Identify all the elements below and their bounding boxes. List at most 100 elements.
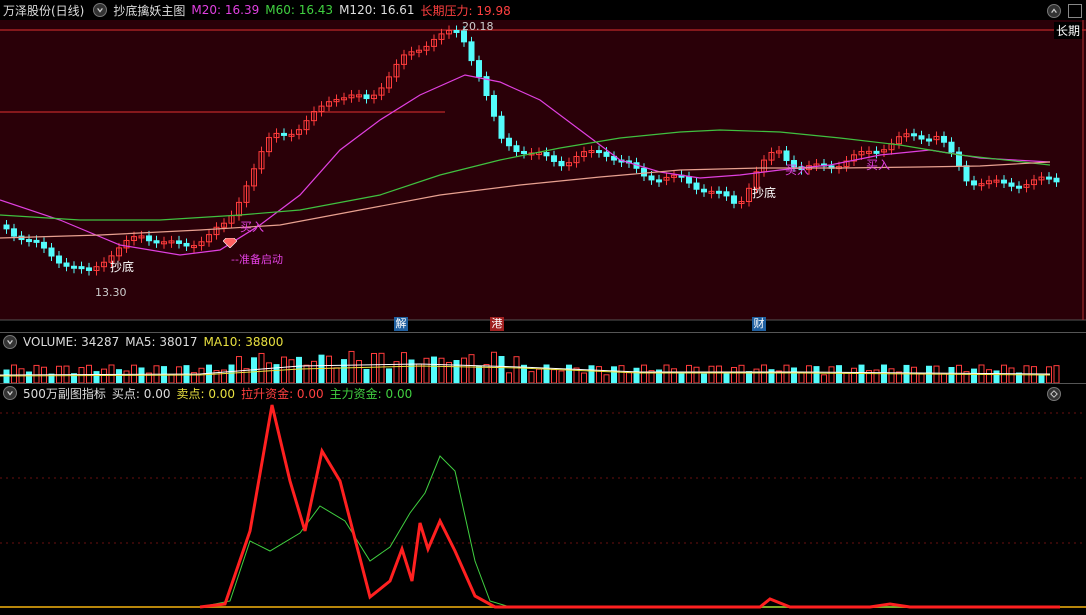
- volume-bar: [821, 374, 827, 383]
- candle: [11, 228, 17, 237]
- chevron-down-icon[interactable]: [3, 386, 17, 400]
- chevron-up-icon[interactable]: [1047, 4, 1061, 18]
- candle: [491, 95, 497, 117]
- candle: [558, 160, 565, 167]
- chevron-down-icon[interactable]: [93, 3, 108, 17]
- volume-bar: [701, 373, 707, 383]
- volume-bar: [836, 365, 842, 383]
- volume-bar: [296, 356, 302, 383]
- volume-bar: [498, 356, 505, 383]
- main-fund-line: [199, 455, 1060, 608]
- volume-bar: [918, 373, 925, 383]
- candle: [686, 176, 692, 184]
- lift-fund-line: [199, 404, 1060, 609]
- chevron-down-icon[interactable]: [3, 335, 17, 349]
- volume-bar: [356, 360, 362, 383]
- volume-bar: [408, 359, 415, 383]
- volume-value: VOLUME: 34287: [23, 335, 120, 349]
- volume-bar: [716, 365, 722, 383]
- candle: [521, 150, 527, 154]
- diamond-icon[interactable]: [1047, 387, 1061, 401]
- candle: [71, 265, 77, 269]
- volume-bar: [911, 366, 917, 383]
- candle: [641, 167, 647, 177]
- ready-gem-icon: [223, 238, 237, 248]
- volume-bar: [731, 367, 737, 383]
- candle: [716, 190, 722, 194]
- volume-bar: [708, 365, 715, 383]
- sub-indicator-name[interactable]: 500万副图指标: [23, 385, 106, 402]
- main-chart[interactable]: [0, 20, 1086, 332]
- candle: [33, 239, 40, 243]
- candle: [281, 132, 287, 136]
- candle: [453, 29, 460, 33]
- maximize-icon[interactable]: [1068, 4, 1082, 18]
- candle: [153, 240, 160, 244]
- volume-bar: [236, 356, 242, 383]
- candle: [1053, 177, 1060, 183]
- stock-name[interactable]: 万泽股份(日线): [3, 2, 84, 19]
- volume-bar: [528, 371, 535, 383]
- volume-bar: [761, 364, 767, 383]
- candle: [498, 115, 505, 139]
- volume-bar: [476, 365, 482, 383]
- volume-bar: [1008, 367, 1015, 383]
- volume-bar: [723, 373, 730, 383]
- volume-bar: [753, 368, 760, 383]
- volume-bar: [828, 366, 835, 383]
- volume-bar: [288, 359, 295, 383]
- volume-chart[interactable]: [0, 350, 1086, 383]
- candle: [183, 242, 190, 247]
- volume-bar: [798, 372, 805, 383]
- volume-bar: [258, 352, 265, 383]
- volume-bar: [858, 364, 865, 383]
- volume-bar: [971, 368, 977, 383]
- volume-bar: [333, 367, 340, 383]
- candle: [1046, 176, 1052, 180]
- pressure-value: 长期压力: 19.98: [420, 3, 511, 18]
- volume-bar: [401, 352, 407, 383]
- candle: [1001, 179, 1007, 184]
- volume-bar: [198, 367, 205, 383]
- buy-point-value: 买点: 0.00: [111, 386, 171, 401]
- candle: [476, 60, 482, 78]
- volume-bar: [588, 365, 595, 383]
- volume-header: VOLUME: 34287 MA5: 38017 MA10: 38800: [0, 332, 289, 352]
- candle: [948, 141, 955, 153]
- buy-label: 买入: [240, 220, 265, 234]
- candle: [783, 150, 790, 162]
- volume-bar: [813, 366, 820, 383]
- sub-indicator-header: 500万副图指标 买点: 0.00 卖点: 0.00 拉升资金: 0.00 主力…: [0, 383, 418, 403]
- volume-bar: [611, 366, 617, 383]
- candle: [963, 165, 970, 182]
- volume-bar: [618, 365, 625, 383]
- candle: [723, 191, 730, 197]
- volume-bar: [633, 367, 640, 383]
- buy-label: 买入: [785, 163, 810, 177]
- event-marker[interactable]: 港: [490, 317, 504, 331]
- candle: [1008, 182, 1015, 187]
- volume-bar: [371, 352, 377, 383]
- chart-background: [0, 20, 1086, 320]
- candle: [513, 145, 520, 152]
- volume-bar: [783, 364, 790, 383]
- volume-bar: [566, 364, 572, 383]
- candle: [941, 135, 947, 143]
- sub-indicator-chart[interactable]: [0, 401, 1086, 615]
- event-marker[interactable]: 财: [752, 317, 766, 331]
- volume-bar: [873, 369, 880, 383]
- volume-bar: [993, 370, 1000, 383]
- volume-bar: [116, 369, 122, 383]
- volume-bar: [926, 365, 932, 383]
- volume-bar: [671, 368, 677, 383]
- volume-bar: [843, 372, 850, 383]
- indicator-name[interactable]: 抄底擒妖主图: [113, 2, 185, 19]
- m120-value: M120: 16.61: [339, 3, 415, 17]
- volume-bar: [806, 365, 812, 383]
- bottom-label: 抄底: [752, 186, 777, 200]
- volume-bar: [791, 367, 797, 383]
- volume-bar: [453, 360, 460, 383]
- main-chart-header: 万泽股份(日线) 抄底擒妖主图 M20: 16.39 M60: 16.43 M1…: [0, 0, 1086, 20]
- volume-bar: [3, 369, 10, 383]
- event-marker[interactable]: 解: [394, 317, 408, 331]
